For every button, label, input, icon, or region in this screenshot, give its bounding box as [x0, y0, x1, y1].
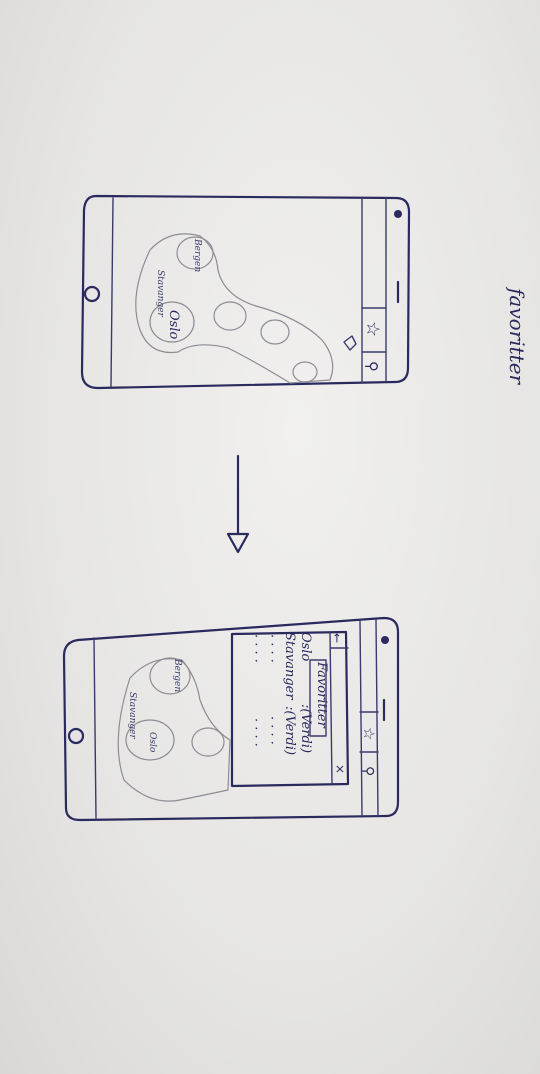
phone-after-toolbar-edge: [375, 619, 379, 817]
search-icon[interactable]: ⚲: [363, 361, 381, 372]
favorite-row-name[interactable]: Stavanger: [282, 632, 297, 700]
favorites-list: Oslo :(Verdi) Stavanger :(Verdi) · · · ·…: [248, 632, 313, 755]
favorite-row-value: :(Verdi): [282, 706, 297, 755]
close-icon[interactable]: ×: [333, 764, 347, 774]
favorite-row-value: :(Verdi): [298, 704, 313, 753]
map-label-stavanger: Stavanger: [127, 692, 137, 739]
favorite-row-value: · · · ·: [264, 716, 279, 745]
caption-favoritter: favoritter: [505, 286, 529, 386]
home-button-icon: [67, 727, 85, 745]
back-arrow-icon[interactable]: ←: [330, 633, 344, 643]
favorite-row-name[interactable]: · · · ·: [248, 634, 263, 663]
favorite-row-name[interactable]: · · · ·: [264, 634, 279, 663]
map-region-circle: [213, 301, 247, 331]
camera-icon: [381, 636, 389, 644]
arrow-down-icon: [226, 454, 250, 554]
cursor-hand-icon: [343, 335, 357, 351]
favorites-title: Favoritter: [314, 661, 329, 729]
phone-before: ☆ ⚲ Oslo Stavanger Bergen: [80, 194, 411, 390]
favorite-row-value: · · · ·: [248, 718, 263, 747]
phone-before-left-bezel: [110, 197, 114, 388]
sketch-canvas: ☆ ⚲ Oslo Stavanger Bergen favoritter ☆ ⚲: [62, 194, 529, 822]
phone-after-right-bezel: [359, 619, 363, 817]
home-button-icon: [83, 285, 101, 303]
phone-after: ☆ ⚲ Oslo Stavanger Bergen ← Favoritter ×…: [62, 616, 400, 822]
camera-icon: [394, 210, 402, 218]
map-label-oslo: Oslo: [166, 310, 181, 339]
map-label-bergen: Bergen: [192, 238, 202, 272]
map-region-circle: [149, 657, 191, 695]
phone-after-left-bezel: [93, 637, 97, 819]
map-region-circle: [292, 361, 318, 383]
favorites-header-line: [329, 631, 333, 785]
map-region-circle: [191, 727, 225, 757]
phone-before-body: [80, 194, 411, 390]
star-icon[interactable]: ☆: [362, 321, 383, 337]
search-icon[interactable]: ⚲: [360, 766, 376, 776]
map-label-oslo: Oslo: [147, 732, 157, 753]
favorite-row-name[interactable]: Oslo: [298, 632, 313, 661]
map-label-stavanger: Stavanger: [155, 270, 165, 317]
map-label-bergen: Bergen: [172, 658, 182, 692]
map-region-circle: [260, 319, 290, 345]
star-icon[interactable]: ☆: [360, 727, 378, 740]
